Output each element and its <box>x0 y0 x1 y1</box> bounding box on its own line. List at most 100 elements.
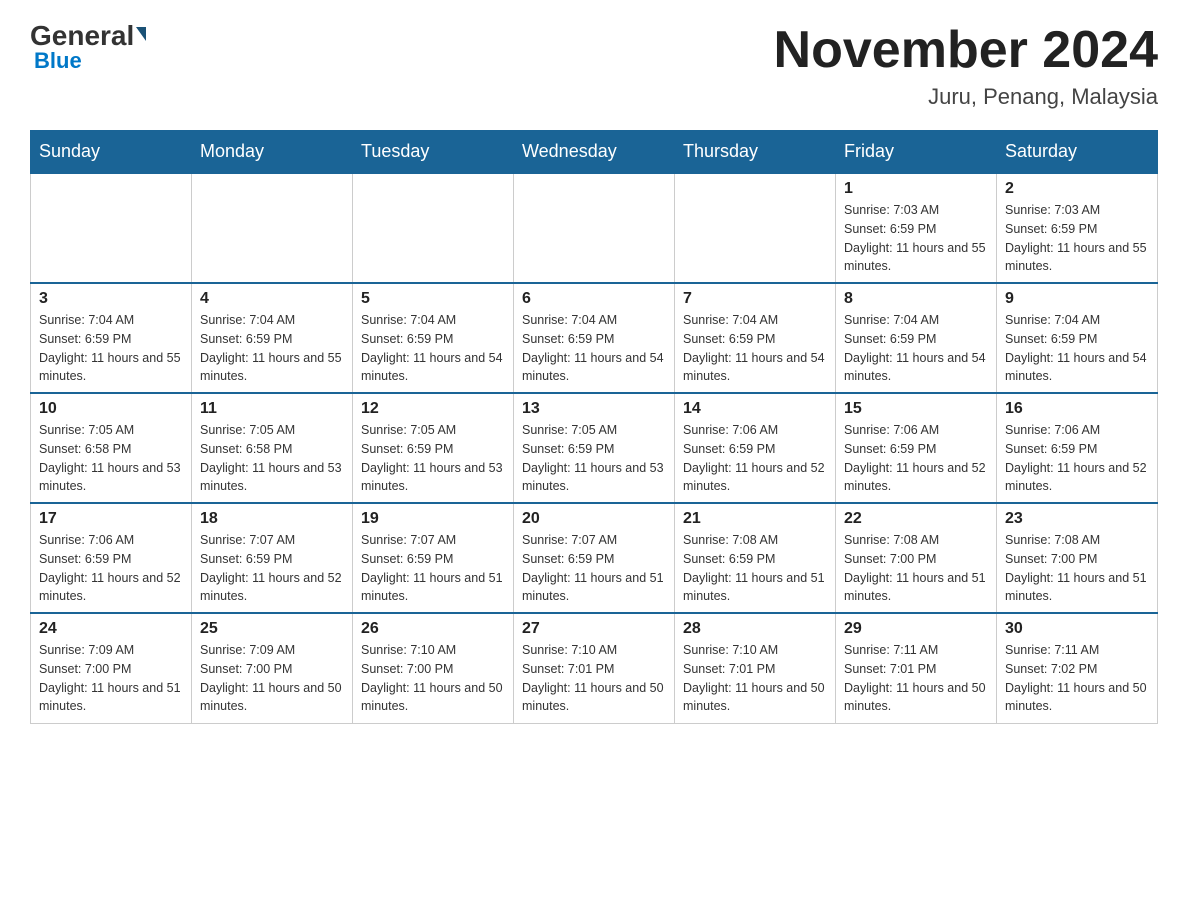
day-info: Sunrise: 7:11 AMSunset: 7:02 PMDaylight:… <box>1005 641 1149 716</box>
day-number: 19 <box>361 510 505 528</box>
day-number: 25 <box>200 620 344 638</box>
day-number: 13 <box>522 400 666 418</box>
page-title: November 2024 <box>774 20 1158 80</box>
calendar-cell: 16 Sunrise: 7:06 AMSunset: 6:59 PMDayligh… <box>997 393 1158 503</box>
calendar-cell: 30 Sunrise: 7:11 AMSunset: 7:02 PMDayligh… <box>997 613 1158 723</box>
day-number: 28 <box>683 620 827 638</box>
day-number: 8 <box>844 290 988 308</box>
calendar-header-friday: Friday <box>836 131 997 174</box>
calendar-week-row: 10Sunrise: 7:05 AMSunset: 6:58 PMDayligh… <box>31 393 1158 503</box>
calendar-cell: 29 Sunrise: 7:11 AMSunset: 7:01 PMDayligh… <box>836 613 997 723</box>
calendar-cell: 2Sunrise: 7:03 AMSunset: 6:59 PMDaylight… <box>997 173 1158 283</box>
calendar-header-monday: Monday <box>192 131 353 174</box>
calendar-cell: 6 Sunrise: 7:04 AMSunset: 6:59 PMDaylight… <box>514 283 675 393</box>
day-number: 23 <box>1005 510 1149 528</box>
day-number: 24 <box>39 620 183 638</box>
calendar-header-thursday: Thursday <box>675 131 836 174</box>
day-number: 29 <box>844 620 988 638</box>
day-info: Sunrise: 7:08 AMSunset: 6:59 PMDaylight:… <box>683 531 827 606</box>
day-info: Sunrise: 7:04 AMSunset: 6:59 PMDaylight:… <box>39 311 183 386</box>
calendar-header-saturday: Saturday <box>997 131 1158 174</box>
calendar-cell: 19Sunrise: 7:07 AMSunset: 6:59 PMDayligh… <box>353 503 514 613</box>
calendar-cell: 26 Sunrise: 7:10 AMSunset: 7:00 PMDayligh… <box>353 613 514 723</box>
header: General Blue November 2024 Juru, Penang,… <box>30 20 1158 110</box>
day-info: Sunrise: 7:10 AMSunset: 7:00 PMDaylight:… <box>361 641 505 716</box>
day-number: 18 <box>200 510 344 528</box>
calendar-cell: 9 Sunrise: 7:04 AMSunset: 6:59 PMDaylight… <box>997 283 1158 393</box>
day-info: Sunrise: 7:08 AMSunset: 7:00 PMDaylight:… <box>844 531 988 606</box>
day-number: 27 <box>522 620 666 638</box>
day-info: Sunrise: 7:06 AMSunset: 6:59 PMDaylight:… <box>39 531 183 606</box>
calendar-cell <box>353 173 514 283</box>
calendar-cell: 7 Sunrise: 7:04 AMSunset: 6:59 PMDaylight… <box>675 283 836 393</box>
calendar-header-sunday: Sunday <box>31 131 192 174</box>
day-number: 17 <box>39 510 183 528</box>
day-info: Sunrise: 7:06 AMSunset: 6:59 PMDaylight:… <box>1005 421 1149 496</box>
page-subtitle: Juru, Penang, Malaysia <box>774 84 1158 110</box>
day-number: 7 <box>683 290 827 308</box>
calendar-cell: 4 Sunrise: 7:04 AMSunset: 6:59 PMDaylight… <box>192 283 353 393</box>
calendar-week-row: 3 Sunrise: 7:04 AMSunset: 6:59 PMDaylight… <box>31 283 1158 393</box>
day-info: Sunrise: 7:03 AMSunset: 6:59 PMDaylight:… <box>1005 201 1149 276</box>
day-number: 16 <box>1005 400 1149 418</box>
calendar-cell <box>675 173 836 283</box>
day-number: 3 <box>39 290 183 308</box>
day-number: 5 <box>361 290 505 308</box>
calendar-cell: 28 Sunrise: 7:10 AMSunset: 7:01 PMDayligh… <box>675 613 836 723</box>
day-number: 30 <box>1005 620 1149 638</box>
calendar-cell: 10Sunrise: 7:05 AMSunset: 6:58 PMDayligh… <box>31 393 192 503</box>
calendar-table: SundayMondayTuesdayWednesdayThursdayFrid… <box>30 130 1158 724</box>
day-info: Sunrise: 7:04 AMSunset: 6:59 PMDaylight:… <box>361 311 505 386</box>
calendar-header-row: SundayMondayTuesdayWednesdayThursdayFrid… <box>31 131 1158 174</box>
day-info: Sunrise: 7:04 AMSunset: 6:59 PMDaylight:… <box>683 311 827 386</box>
calendar-cell: 1 Sunrise: 7:03 AMSunset: 6:59 PMDaylight… <box>836 173 997 283</box>
day-info: Sunrise: 7:07 AMSunset: 6:59 PMDaylight:… <box>522 531 666 606</box>
day-number: 21 <box>683 510 827 528</box>
calendar-cell: 23 Sunrise: 7:08 AMSunset: 7:00 PMDayligh… <box>997 503 1158 613</box>
day-info: Sunrise: 7:11 AMSunset: 7:01 PMDaylight:… <box>844 641 988 716</box>
day-number: 1 <box>844 180 988 198</box>
calendar-cell: 13Sunrise: 7:05 AMSunset: 6:59 PMDayligh… <box>514 393 675 503</box>
calendar-cell <box>514 173 675 283</box>
calendar-cell: 18 Sunrise: 7:07 AMSunset: 6:59 PMDayligh… <box>192 503 353 613</box>
day-info: Sunrise: 7:10 AMSunset: 7:01 PMDaylight:… <box>683 641 827 716</box>
day-number: 11 <box>200 400 344 418</box>
day-number: 6 <box>522 290 666 308</box>
calendar-cell <box>192 173 353 283</box>
calendar-week-row: 24 Sunrise: 7:09 AMSunset: 7:00 PMDayligh… <box>31 613 1158 723</box>
calendar-cell: 17 Sunrise: 7:06 AMSunset: 6:59 PMDayligh… <box>31 503 192 613</box>
calendar-cell: 3 Sunrise: 7:04 AMSunset: 6:59 PMDaylight… <box>31 283 192 393</box>
day-info: Sunrise: 7:04 AMSunset: 6:59 PMDaylight:… <box>1005 311 1149 386</box>
calendar-week-row: 1 Sunrise: 7:03 AMSunset: 6:59 PMDaylight… <box>31 173 1158 283</box>
day-info: Sunrise: 7:06 AMSunset: 6:59 PMDaylight:… <box>844 421 988 496</box>
day-number: 9 <box>1005 290 1149 308</box>
calendar-cell: 25 Sunrise: 7:09 AMSunset: 7:00 PMDayligh… <box>192 613 353 723</box>
day-number: 22 <box>844 510 988 528</box>
calendar-header-tuesday: Tuesday <box>353 131 514 174</box>
calendar-cell: 24 Sunrise: 7:09 AMSunset: 7:00 PMDayligh… <box>31 613 192 723</box>
calendar-cell <box>31 173 192 283</box>
logo-blue-text: Blue <box>34 48 82 74</box>
day-number: 4 <box>200 290 344 308</box>
calendar-cell: 14Sunrise: 7:06 AMSunset: 6:59 PMDayligh… <box>675 393 836 503</box>
day-info: Sunrise: 7:07 AMSunset: 6:59 PMDaylight:… <box>200 531 344 606</box>
day-info: Sunrise: 7:10 AMSunset: 7:01 PMDaylight:… <box>522 641 666 716</box>
day-info: Sunrise: 7:09 AMSunset: 7:00 PMDaylight:… <box>200 641 344 716</box>
day-info: Sunrise: 7:06 AMSunset: 6:59 PMDaylight:… <box>683 421 827 496</box>
day-info: Sunrise: 7:09 AMSunset: 7:00 PMDaylight:… <box>39 641 183 716</box>
calendar-cell: 5 Sunrise: 7:04 AMSunset: 6:59 PMDaylight… <box>353 283 514 393</box>
day-number: 26 <box>361 620 505 638</box>
day-info: Sunrise: 7:04 AMSunset: 6:59 PMDaylight:… <box>522 311 666 386</box>
day-info: Sunrise: 7:05 AMSunset: 6:59 PMDaylight:… <box>361 421 505 496</box>
day-info: Sunrise: 7:04 AMSunset: 6:59 PMDaylight:… <box>200 311 344 386</box>
calendar-cell: 8Sunrise: 7:04 AMSunset: 6:59 PMDaylight… <box>836 283 997 393</box>
day-info: Sunrise: 7:08 AMSunset: 7:00 PMDaylight:… <box>1005 531 1149 606</box>
day-number: 20 <box>522 510 666 528</box>
day-number: 12 <box>361 400 505 418</box>
day-number: 15 <box>844 400 988 418</box>
calendar-cell: 15 Sunrise: 7:06 AMSunset: 6:59 PMDayligh… <box>836 393 997 503</box>
day-info: Sunrise: 7:05 AMSunset: 6:58 PMDaylight:… <box>39 421 183 496</box>
calendar-cell: 11Sunrise: 7:05 AMSunset: 6:58 PMDayligh… <box>192 393 353 503</box>
day-info: Sunrise: 7:03 AMSunset: 6:59 PMDaylight:… <box>844 201 988 276</box>
calendar-header-wednesday: Wednesday <box>514 131 675 174</box>
